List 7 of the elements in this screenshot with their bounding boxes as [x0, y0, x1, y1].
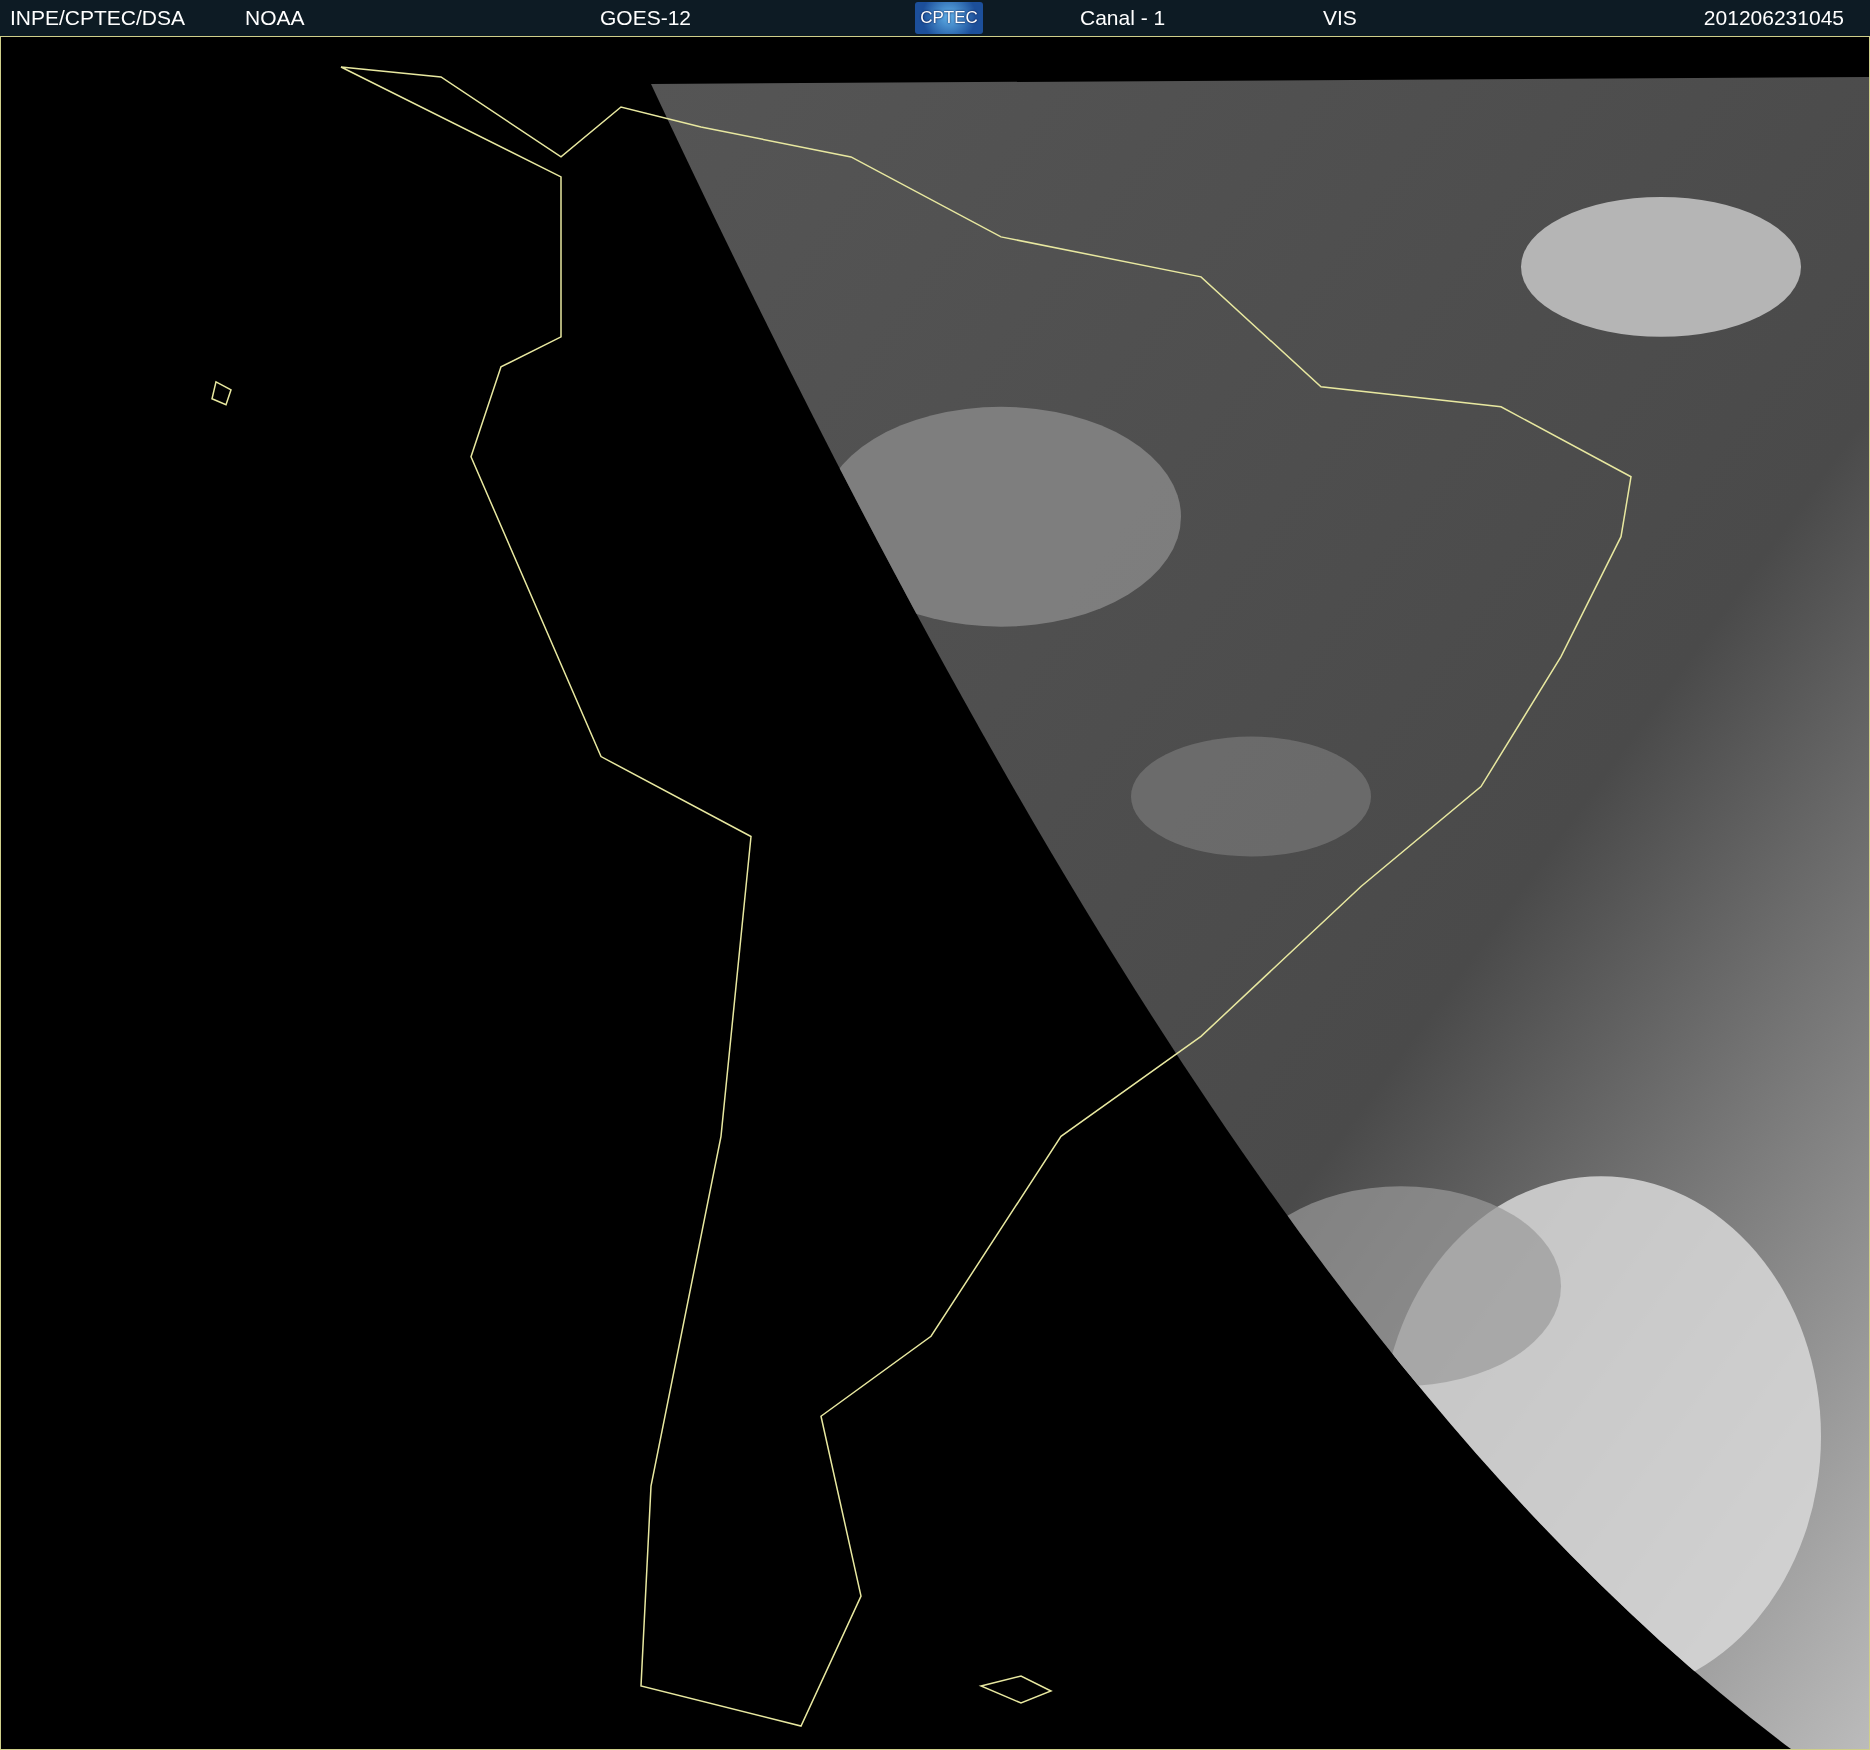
timestamp-label: 201206231045: [1703, 6, 1844, 30]
satellite-label: GOES-12: [600, 6, 692, 30]
source-label: INPE/CPTEC/DSA: [10, 6, 186, 30]
channel-label: Canal - 1: [1080, 6, 1166, 30]
logo: CPTEC: [915, 2, 983, 34]
agency-label: NOAA: [245, 6, 305, 30]
band-label: VIS: [1323, 6, 1357, 30]
